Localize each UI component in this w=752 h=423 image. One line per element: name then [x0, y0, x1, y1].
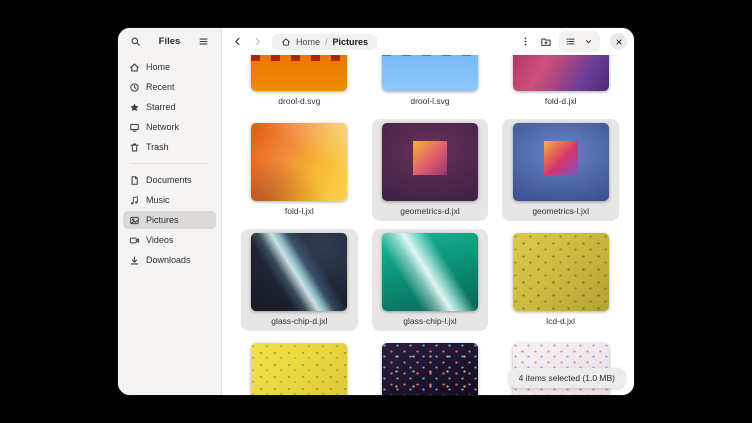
file-grid: drool-d.svg drool-l.svg fold-d.jxl fold-…	[236, 55, 624, 395]
sidebar-item-starred[interactable]: Starred	[123, 98, 216, 116]
sidebar-separator	[131, 163, 208, 164]
files-window: Files Home Rece	[118, 28, 634, 395]
file-item-fold-l[interactable]: fold-l.jxl	[241, 119, 358, 221]
sidebar-item-downloads[interactable]: Downloads	[123, 251, 216, 269]
selection-status: 4 items selected (1.0 MB)	[509, 368, 625, 388]
new-folder-button[interactable]	[537, 33, 554, 50]
desktop-background: Files Home Rece	[0, 0, 752, 423]
back-icon	[232, 36, 243, 47]
file-thumbnail	[251, 55, 347, 91]
image-icon	[129, 215, 140, 226]
breadcrumb-home[interactable]: Home	[296, 37, 320, 47]
sidebar-item-label: Music	[146, 195, 170, 205]
download-icon	[129, 255, 140, 266]
file-name: glass-chip-l.jxl	[403, 316, 456, 326]
sidebar-item-label: Network	[146, 122, 179, 132]
forward-button[interactable]	[249, 33, 266, 50]
main-menu-button[interactable]	[195, 33, 212, 50]
file-item[interactable]	[241, 339, 358, 395]
search-button[interactable]	[127, 33, 144, 50]
file-item-glass-chip-d[interactable]: glass-chip-d.jxl	[241, 229, 358, 331]
breadcrumb[interactable]: Home / Pictures	[272, 34, 377, 50]
music-note-icon	[129, 195, 140, 206]
file-name: glass-chip-d.jxl	[271, 316, 327, 326]
view-options-button[interactable]	[580, 33, 597, 50]
file-name: drool-d.svg	[278, 96, 320, 106]
file-thumbnail	[382, 233, 478, 311]
search-icon	[130, 36, 141, 47]
file-name: geometrics-d.jxl	[400, 206, 460, 216]
kebab-menu-icon	[520, 36, 531, 47]
file-thumbnail	[382, 123, 478, 201]
back-button[interactable]	[229, 33, 246, 50]
file-thumbnail	[513, 233, 609, 311]
sidebar-item-music[interactable]: Music	[123, 191, 216, 209]
home-icon	[281, 37, 291, 47]
app-title: Files	[159, 36, 181, 47]
document-icon	[129, 175, 140, 186]
sidebar-item-network[interactable]: Network	[123, 118, 216, 136]
list-view-button[interactable]	[562, 33, 579, 50]
file-item-lcd-d[interactable]: lcd-d.jxl	[502, 229, 619, 331]
sidebar-item-label: Trash	[146, 142, 169, 152]
sidebar-item-label: Documents	[146, 175, 192, 185]
sidebar-item-trash[interactable]: Trash	[123, 138, 216, 156]
path-menu-button[interactable]	[517, 33, 534, 50]
breadcrumb-current[interactable]: Pictures	[333, 37, 369, 47]
file-name: fold-l.jxl	[285, 206, 314, 216]
file-name: fold-d.jxl	[545, 96, 577, 106]
forward-icon	[252, 36, 263, 47]
breadcrumb-separator: /	[325, 37, 328, 47]
sidebar-item-videos[interactable]: Videos	[123, 231, 216, 249]
file-item-fold-d[interactable]: fold-d.jxl	[502, 55, 619, 111]
sidebar-item-label: Home	[146, 62, 170, 72]
sidebar: Files Home Rece	[118, 28, 222, 395]
file-thumbnail	[382, 55, 478, 91]
file-item-drool-d[interactable]: drool-d.svg	[241, 55, 358, 111]
file-thumbnail	[251, 233, 347, 311]
sidebar-item-documents[interactable]: Documents	[123, 171, 216, 189]
file-item-drool-l[interactable]: drool-l.svg	[372, 55, 489, 111]
file-thumbnail	[513, 55, 609, 91]
window-close-button[interactable]	[610, 33, 627, 50]
sidebar-places: Home Recent Starred	[118, 55, 221, 269]
file-item[interactable]	[372, 339, 489, 395]
sidebar-item-home[interactable]: Home	[123, 58, 216, 76]
sidebar-item-recent[interactable]: Recent	[123, 78, 216, 96]
file-name: lcd-d.jxl	[546, 316, 575, 326]
file-thumbnail	[513, 123, 609, 201]
network-icon	[129, 122, 140, 133]
new-folder-icon	[540, 36, 552, 48]
sidebar-header: Files	[118, 28, 221, 55]
main-area: Home / Pictures	[222, 28, 634, 395]
file-name: geometrics-l.jxl	[532, 206, 589, 216]
clock-icon	[129, 82, 140, 93]
close-icon	[615, 38, 623, 46]
star-icon	[129, 102, 140, 113]
sidebar-item-label: Recent	[146, 82, 175, 92]
file-item-geometrics-d[interactable]: geometrics-d.jxl	[372, 119, 489, 221]
chevron-down-icon	[584, 37, 593, 46]
sidebar-item-label: Videos	[146, 235, 173, 245]
file-thumbnail	[251, 123, 347, 201]
file-browser-view: drool-d.svg drool-l.svg fold-d.jxl fold-…	[222, 55, 634, 395]
hamburger-menu-icon	[198, 36, 209, 47]
sidebar-item-label: Downloads	[146, 255, 191, 265]
video-icon	[129, 235, 140, 246]
file-name: drool-l.svg	[410, 96, 449, 106]
sidebar-item-pictures[interactable]: Pictures	[123, 211, 216, 229]
trash-icon	[129, 142, 140, 153]
file-item-geometrics-l[interactable]: geometrics-l.jxl	[502, 119, 619, 221]
sidebar-item-label: Starred	[146, 102, 176, 112]
list-view-icon	[565, 36, 576, 47]
sidebar-item-label: Pictures	[146, 215, 179, 225]
file-thumbnail	[382, 343, 478, 395]
home-icon	[129, 62, 140, 73]
file-item-glass-chip-l[interactable]: glass-chip-l.jxl	[372, 229, 489, 331]
file-thumbnail	[251, 343, 347, 395]
view-switcher	[559, 31, 600, 52]
header-bar: Home / Pictures	[222, 28, 634, 55]
